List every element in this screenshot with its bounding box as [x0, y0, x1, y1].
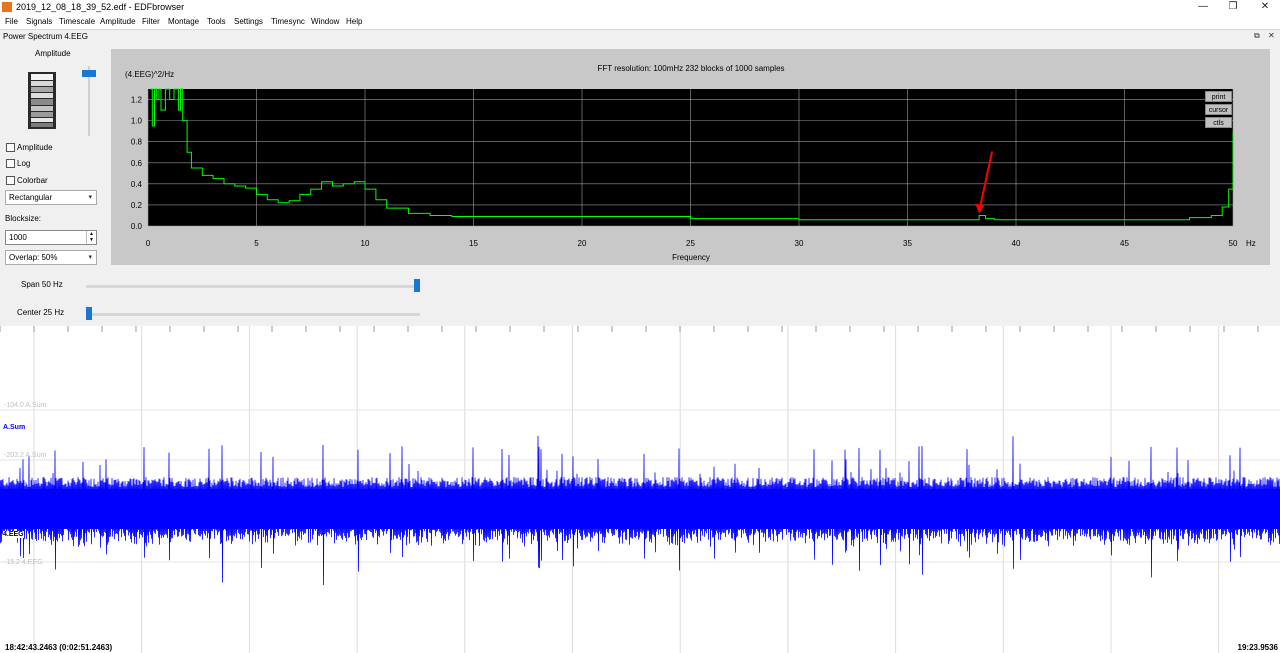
menu-window[interactable]: Window — [311, 17, 339, 26]
signal-name-label[interactable]: A.Sum — [3, 424, 25, 431]
maximize-button[interactable]: ❐ — [1226, 1, 1240, 13]
y-tick-label: 1.2 — [131, 96, 143, 105]
menu-file[interactable]: File — [5, 17, 18, 26]
blocksize-spinbox[interactable]: 1000 ▲ ▼ — [5, 230, 97, 245]
center-slider-track[interactable] — [86, 313, 420, 316]
blocksize-value: 1000 — [9, 233, 27, 242]
menu-timescale[interactable]: Timescale — [59, 17, 95, 26]
x-tick-label: 5 — [254, 239, 259, 248]
restore-icon[interactable]: ⧉ — [1254, 31, 1260, 41]
close-icon[interactable]: ✕ — [1268, 31, 1275, 40]
y-tick-label: 0.4 — [131, 180, 143, 189]
center-slider-handle[interactable] — [86, 307, 92, 320]
y-tick-label: 0.0 — [131, 222, 143, 231]
y-tick-label: 0.8 — [131, 138, 143, 147]
log-checkbox-label: Log — [17, 159, 31, 168]
x-tick-label: 30 — [795, 239, 804, 248]
colorbar-checkbox-label: Colorbar — [17, 176, 48, 185]
span-slider-handle[interactable] — [414, 279, 420, 292]
spin-arrows-icon[interactable]: ▲ ▼ — [86, 231, 96, 244]
menu-help[interactable]: Help — [346, 17, 362, 26]
center-label: Center 25 Hz — [17, 308, 65, 317]
x-tick-label: 10 — [361, 239, 370, 248]
title-bar: 2019_12_08_18_39_52.edf - EDFbrowser — ❐… — [0, 0, 1280, 15]
log-checkbox[interactable] — [6, 159, 15, 168]
overlap-value: Overlap: 50% — [9, 253, 58, 262]
span-label: Span 50 Hz — [21, 280, 63, 289]
x-axis-label: Frequency — [672, 253, 710, 262]
y-axis-label: (4.EEG)^2/Hz — [125, 70, 174, 79]
amplitude-checkbox[interactable] — [6, 143, 15, 152]
x-axis-unit: Hz — [1246, 239, 1256, 248]
amplitude-label: Amplitude — [35, 49, 71, 58]
signal-scale-label: -104.0 A.Sum — [4, 402, 47, 409]
menu-signals[interactable]: Signals — [26, 17, 52, 26]
x-tick-label: 15 — [469, 239, 478, 248]
start-time-label: 18:42:43.2463 (0:02:51.2463) — [5, 643, 113, 652]
cursor-button[interactable]: cursor — [1205, 104, 1232, 115]
spectrum-chart: FFT resolution: 100mHz 232 blocks of 100… — [125, 64, 1256, 262]
minimize-button[interactable]: — — [1196, 1, 1210, 13]
chevron-down-icon: ▾ — [88, 194, 92, 201]
x-tick-label: 45 — [1120, 239, 1129, 248]
menu-tools[interactable]: Tools — [207, 17, 226, 26]
x-tick-label: 50 — [1229, 239, 1238, 248]
app-icon — [2, 2, 12, 12]
colorbar-icon — [28, 72, 56, 129]
close-button[interactable]: ✕ — [1258, 1, 1272, 13]
blocksize-label: Blocksize: — [5, 214, 42, 223]
span-slider-track[interactable] — [86, 285, 420, 288]
signal-view[interactable]: -104.0 A.Sum A.Sum -203.2 A.Sum 4.EEG -1… — [0, 326, 1280, 653]
eeg-waveform-core — [0, 489, 1280, 529]
end-time-label: 19:23.9536 — [1237, 643, 1278, 652]
amplitude-checkbox-label: Amplitude — [17, 143, 53, 152]
y-tick-label: 0.2 — [131, 201, 143, 210]
menu-bar: File Signals Timescale Amplitude Filter … — [0, 15, 1280, 28]
chevron-down-icon: ▾ — [88, 254, 92, 261]
print-button[interactable]: print — [1205, 91, 1232, 102]
chart-title: FFT resolution: 100mHz 232 blocks of 100… — [597, 64, 784, 73]
window-title: 2019_12_08_18_39_52.edf - EDFbrowser — [16, 2, 185, 12]
amplitude-slider-handle[interactable] — [82, 70, 96, 77]
x-tick-label: 35 — [903, 239, 912, 248]
x-tick-label: 20 — [578, 239, 587, 248]
menu-settings[interactable]: Settings — [234, 17, 263, 26]
subwindow-title: Power Spectrum 4.EEG — [3, 32, 88, 41]
signal-name-label[interactable]: 4.EEG — [3, 531, 24, 538]
menu-timesync[interactable]: Timesync — [271, 17, 305, 26]
y-tick-label: 1.0 — [131, 117, 143, 126]
window-type-value: Rectangular — [9, 193, 53, 202]
ctls-button[interactable]: ctls — [1205, 117, 1232, 128]
window-type-select[interactable]: Rectangular ▾ — [5, 190, 97, 205]
y-tick-label: 0.6 — [131, 159, 143, 168]
menu-amplitude[interactable]: Amplitude — [100, 17, 136, 26]
overlap-select[interactable]: Overlap: 50% ▾ — [5, 250, 97, 265]
signal-scale-label: -203.2 A.Sum — [4, 452, 47, 459]
x-tick-label: 40 — [1012, 239, 1021, 248]
menu-montage[interactable]: Montage — [168, 17, 199, 26]
x-tick-label: 0 — [146, 239, 151, 248]
signal-scale-label: -15.2 4.EEG — [4, 559, 43, 566]
colorbar-checkbox[interactable] — [6, 176, 15, 185]
x-tick-label: 25 — [686, 239, 695, 248]
menu-filter[interactable]: Filter — [142, 17, 160, 26]
spectrum-plot-panel: FFT resolution: 100mHz 232 blocks of 100… — [111, 49, 1270, 265]
signal-trace — [0, 326, 1280, 653]
